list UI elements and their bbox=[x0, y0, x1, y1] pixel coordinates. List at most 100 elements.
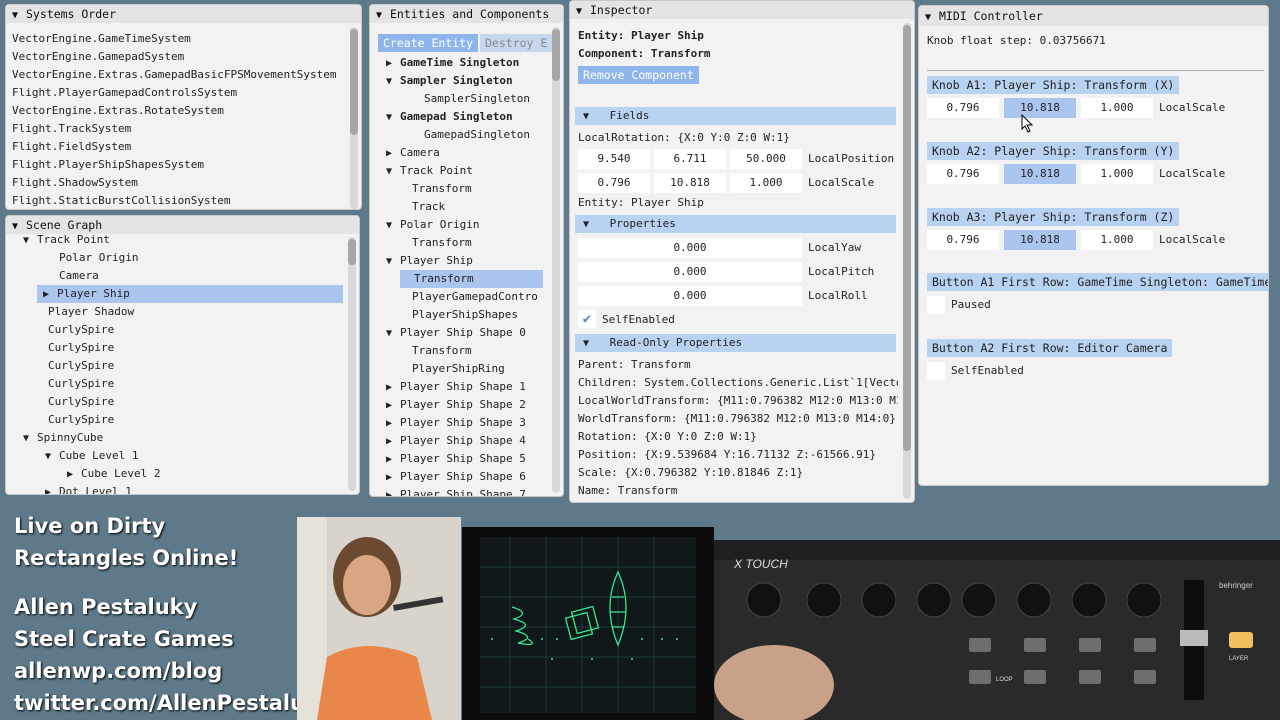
entity-node[interactable]: ▼ Gamepad Singleton bbox=[370, 108, 547, 126]
entity-node[interactable]: ▶ Player Ship Shape 7 bbox=[370, 486, 547, 496]
expand-arrow-icon[interactable]: ▼ bbox=[386, 163, 400, 181]
collapse-arrow-icon[interactable]: ▼ bbox=[12, 7, 26, 25]
entity-node[interactable]: PlayerGamepadContro bbox=[370, 288, 547, 306]
scene-graph-node[interactable]: ▶ Dot Level 1 bbox=[6, 483, 343, 494]
expand-arrow-icon[interactable]: ▶ bbox=[386, 487, 400, 496]
entity-node[interactable]: ▶ Camera bbox=[370, 144, 547, 162]
destroy-entity-button[interactable]: Destroy E bbox=[480, 34, 554, 52]
system-item[interactable]: VectorEngine.GamepadSystem bbox=[12, 48, 347, 66]
entity-node[interactable]: PlayerShipRing bbox=[370, 360, 547, 378]
entities-scrollbar-thumb[interactable] bbox=[552, 29, 560, 81]
system-item[interactable]: Flight.TrackSystem bbox=[12, 120, 347, 138]
knob-a2-x-field[interactable]: 0.796 bbox=[927, 164, 999, 184]
scene-graph-node[interactable]: CurlySpire bbox=[6, 339, 343, 357]
entity-node[interactable]: ▶ Player Ship Shape 1 bbox=[370, 378, 547, 396]
collapse-arrow-icon[interactable]: ▼ bbox=[376, 7, 390, 25]
knob-a1-y-field[interactable]: 10.818 bbox=[1004, 98, 1076, 118]
scene-graph-node[interactable]: CurlySpire bbox=[6, 357, 343, 375]
inspector-titlebar[interactable]: ▼ Inspector bbox=[570, 1, 914, 19]
entity-node[interactable]: Track bbox=[370, 198, 547, 216]
system-item[interactable]: Flight.PlayerShipShapesSystem bbox=[12, 156, 347, 174]
entity-node[interactable]: ▼ Sampler Singleton bbox=[370, 72, 547, 90]
expand-arrow-icon[interactable]: ▶ bbox=[386, 55, 400, 73]
self-enabled-checkbox[interactable]: ✔ bbox=[578, 310, 596, 328]
local-scale-x-field[interactable]: 0.796 bbox=[578, 173, 650, 193]
knob-a3-x-field[interactable]: 0.796 bbox=[927, 230, 999, 250]
expand-arrow-icon[interactable]: ▶ bbox=[43, 286, 57, 304]
entity-node[interactable]: Transform bbox=[370, 180, 547, 198]
expand-arrow-icon[interactable]: ▼ bbox=[45, 448, 59, 466]
local-position-x-field[interactable]: 9.540 bbox=[578, 149, 650, 169]
local-position-y-field[interactable]: 6.711 bbox=[654, 149, 726, 169]
collapse-arrow-icon[interactable]: ▼ bbox=[576, 3, 590, 21]
local-position-z-field[interactable]: 50.000 bbox=[730, 149, 802, 169]
entity-node[interactable]: ▼ Player Ship bbox=[370, 252, 547, 270]
expand-arrow-icon[interactable]: ▶ bbox=[386, 415, 400, 433]
expand-arrow-icon[interactable]: ▼ bbox=[386, 253, 400, 271]
local-yaw-field[interactable]: 0.000 bbox=[578, 238, 802, 258]
scene-graph-scrollbar-thumb[interactable] bbox=[348, 239, 356, 265]
scene-graph-node[interactable]: Camera bbox=[6, 267, 343, 285]
scene-graph-node[interactable]: ▶ Cube Level 2 bbox=[6, 465, 343, 483]
local-scale-z-field[interactable]: 1.000 bbox=[730, 173, 802, 193]
knob-a3-y-field[interactable]: 10.818 bbox=[1004, 230, 1076, 250]
entity-node[interactable]: Transform bbox=[370, 234, 547, 252]
inspector-scrollbar[interactable] bbox=[903, 23, 911, 499]
scene-graph-node[interactable]: ▼ Cube Level 1 bbox=[6, 447, 343, 465]
expand-arrow-icon[interactable]: ▶ bbox=[386, 451, 400, 469]
entity-node[interactable]: ▼ Polar Origin bbox=[370, 216, 547, 234]
expand-arrow-icon[interactable]: ▶ bbox=[386, 433, 400, 451]
scene-graph-node[interactable]: ▼ SpinnyCube bbox=[6, 429, 343, 447]
entity-node[interactable]: SamplerSingleton bbox=[370, 90, 547, 108]
entities-titlebar[interactable]: ▼ Entities and Components bbox=[370, 5, 563, 23]
expand-arrow-icon[interactable]: ▶ bbox=[386, 379, 400, 397]
entity-node[interactable]: ▶ GameTime Singleton bbox=[370, 54, 547, 72]
entity-node[interactable]: GamepadSingleton bbox=[370, 126, 547, 144]
system-item[interactable]: VectorEngine.Extras.RotateSystem bbox=[12, 102, 347, 120]
fields-header[interactable]: ▼ Fields bbox=[575, 107, 896, 125]
self-enabled-midi-checkbox[interactable] bbox=[927, 362, 945, 380]
system-item[interactable]: Flight.StaticBurstCollisionSystem bbox=[12, 192, 347, 209]
systems-scrollbar[interactable] bbox=[350, 27, 358, 209]
remove-component-button[interactable]: Remove Component bbox=[578, 66, 699, 84]
expand-arrow-icon[interactable]: ▶ bbox=[67, 466, 81, 484]
local-scale-y-field[interactable]: 10.818 bbox=[654, 173, 726, 193]
expand-arrow-icon[interactable]: ▼ bbox=[23, 430, 37, 448]
expand-arrow-icon[interactable]: ▶ bbox=[386, 145, 400, 163]
entity-node[interactable]: PlayerShipShapes bbox=[370, 306, 547, 324]
collapse-arrow-icon[interactable]: ▼ bbox=[925, 8, 939, 28]
knob-a3-z-field[interactable]: 1.000 bbox=[1081, 230, 1153, 250]
scene-graph-node[interactable]: ▶ Player Ship bbox=[37, 285, 343, 303]
expand-arrow-icon[interactable]: ▼ bbox=[23, 232, 37, 250]
scene-graph-node[interactable]: CurlySpire bbox=[6, 411, 343, 429]
system-item[interactable]: VectorEngine.Extras.GamepadBasicFPSMovem… bbox=[12, 66, 347, 84]
scene-graph-scrollbar[interactable] bbox=[348, 237, 356, 491]
expand-arrow-icon[interactable]: ▼ bbox=[386, 109, 400, 127]
scene-graph-node[interactable]: ▼ Track Point bbox=[6, 231, 343, 249]
scene-graph-node[interactable]: CurlySpire bbox=[6, 375, 343, 393]
knob-a2-z-field[interactable]: 1.000 bbox=[1081, 164, 1153, 184]
properties-header[interactable]: ▼ Properties bbox=[575, 215, 896, 233]
knob-a1-z-field[interactable]: 1.000 bbox=[1081, 98, 1153, 118]
knob-a2-y-field[interactable]: 10.818 bbox=[1004, 164, 1076, 184]
create-entity-button[interactable]: Create Entity bbox=[378, 34, 479, 52]
expand-arrow-icon[interactable]: ▶ bbox=[386, 469, 400, 487]
expand-arrow-icon[interactable]: ▼ bbox=[386, 73, 400, 91]
system-item[interactable]: VectorEngine.GameTimeSystem bbox=[12, 30, 347, 48]
entity-node[interactable]: ▶ Player Ship Shape 4 bbox=[370, 432, 547, 450]
entity-node[interactable]: ▼ Track Point bbox=[370, 162, 547, 180]
inspector-scrollbar-thumb[interactable] bbox=[903, 25, 911, 451]
local-roll-field[interactable]: 0.000 bbox=[578, 286, 802, 306]
knob-a1-x-field[interactable]: 0.796 bbox=[927, 98, 999, 118]
entity-node[interactable]: ▶ Player Ship Shape 5 bbox=[370, 450, 547, 468]
entity-node[interactable]: Transform bbox=[400, 270, 543, 288]
midi-titlebar[interactable]: ▼ MIDI Controller bbox=[919, 6, 1268, 26]
entity-node[interactable]: ▶ Player Ship Shape 6 bbox=[370, 468, 547, 486]
expand-arrow-icon[interactable]: ▶ bbox=[386, 397, 400, 415]
system-item[interactable]: Flight.FieldSystem bbox=[12, 138, 347, 156]
system-item[interactable]: Flight.ShadowSystem bbox=[12, 174, 347, 192]
entities-scrollbar[interactable] bbox=[552, 27, 560, 493]
scene-graph-node[interactable]: Player Shadow bbox=[6, 303, 343, 321]
scene-graph-node[interactable]: CurlySpire bbox=[6, 321, 343, 339]
entity-node[interactable]: ▼ Player Ship Shape 0 bbox=[370, 324, 547, 342]
